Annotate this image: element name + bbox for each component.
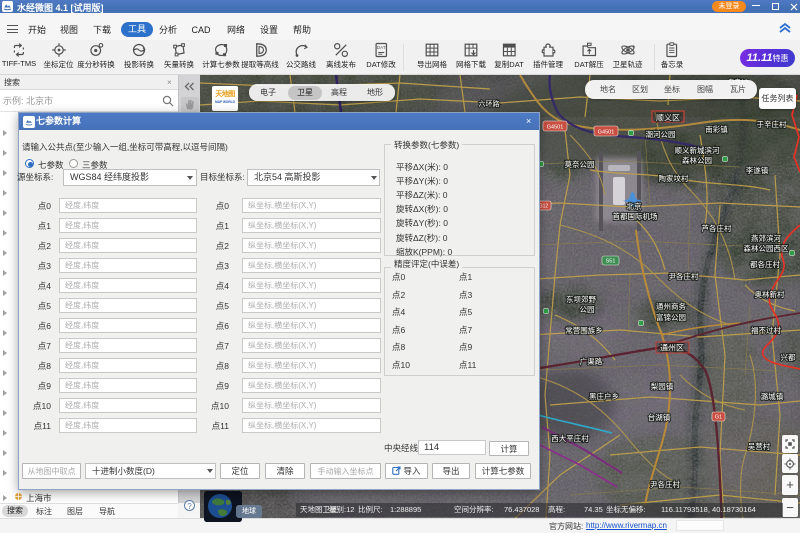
- svg-text:广渠路: 广渠路: [580, 356, 603, 366]
- svg-text:尹各庄村: 尹各庄村: [650, 479, 680, 489]
- svg-text:S51: S51: [606, 259, 616, 265]
- svg-text:潞城镇: 潞城镇: [761, 391, 784, 401]
- svg-text:东坝郊野: 东坝郊野: [566, 294, 596, 304]
- svg-text:森林公园西区: 森林公园西区: [744, 243, 789, 253]
- svg-text:富锦公园: 富锦公园: [656, 312, 686, 322]
- svg-text:福不过村: 福不过村: [751, 325, 781, 335]
- svg-text:通州区: 通州区: [660, 343, 684, 353]
- svg-text:于辛庄村: 于辛庄村: [757, 119, 787, 129]
- svg-text:吴营村: 吴营村: [748, 441, 771, 451]
- svg-text:DAT: DAT: [377, 45, 386, 50]
- svg-text:都各庄村: 都各庄村: [750, 259, 780, 269]
- svg-text:尹各庄村: 尹各庄村: [669, 271, 699, 281]
- svg-text:常营围族乡: 常营围族乡: [565, 325, 603, 335]
- svg-text:李遂镇: 李遂镇: [746, 165, 769, 175]
- svg-text:北京: 北京: [627, 201, 642, 211]
- svg-text:潮河公园: 潮河公园: [646, 129, 676, 139]
- svg-text:首都国际机场: 首都国际机场: [613, 211, 658, 221]
- svg-text:莫奈公园: 莫奈公园: [565, 159, 595, 169]
- svg-text:森林公园: 森林公园: [682, 155, 712, 165]
- svg-text:通州商务: 通州商务: [656, 301, 686, 311]
- svg-text:黑庄户乡: 黑庄户乡: [589, 391, 619, 401]
- svg-text:南彩镇: 南彩镇: [705, 124, 728, 134]
- svg-text:西大平庄村: 西大平庄村: [551, 433, 589, 443]
- svg-text:G4501: G4501: [547, 125, 564, 131]
- svg-text:公园: 公园: [580, 305, 595, 314]
- svg-text:G12: G12: [539, 204, 549, 210]
- svg-text:六环路: 六环路: [479, 99, 500, 108]
- svg-text:顺义区: 顺义区: [656, 114, 680, 123]
- svg-text:G4501: G4501: [598, 130, 615, 136]
- svg-text:芦各庄村: 芦各庄村: [702, 223, 732, 233]
- svg-text:G1: G1: [715, 415, 722, 421]
- svg-text:兴都: 兴都: [781, 353, 796, 362]
- svg-text:顺义新城滨河: 顺义新城滨河: [675, 145, 720, 155]
- svg-text:奥林新村: 奥林新村: [755, 289, 785, 299]
- svg-text:梨园镇: 梨园镇: [651, 381, 674, 391]
- svg-text:陶家坟村: 陶家坟村: [659, 173, 689, 183]
- svg-text:燕郊滨河: 燕郊滨河: [751, 233, 781, 243]
- svg-text:台湖镇: 台湖镇: [648, 412, 671, 422]
